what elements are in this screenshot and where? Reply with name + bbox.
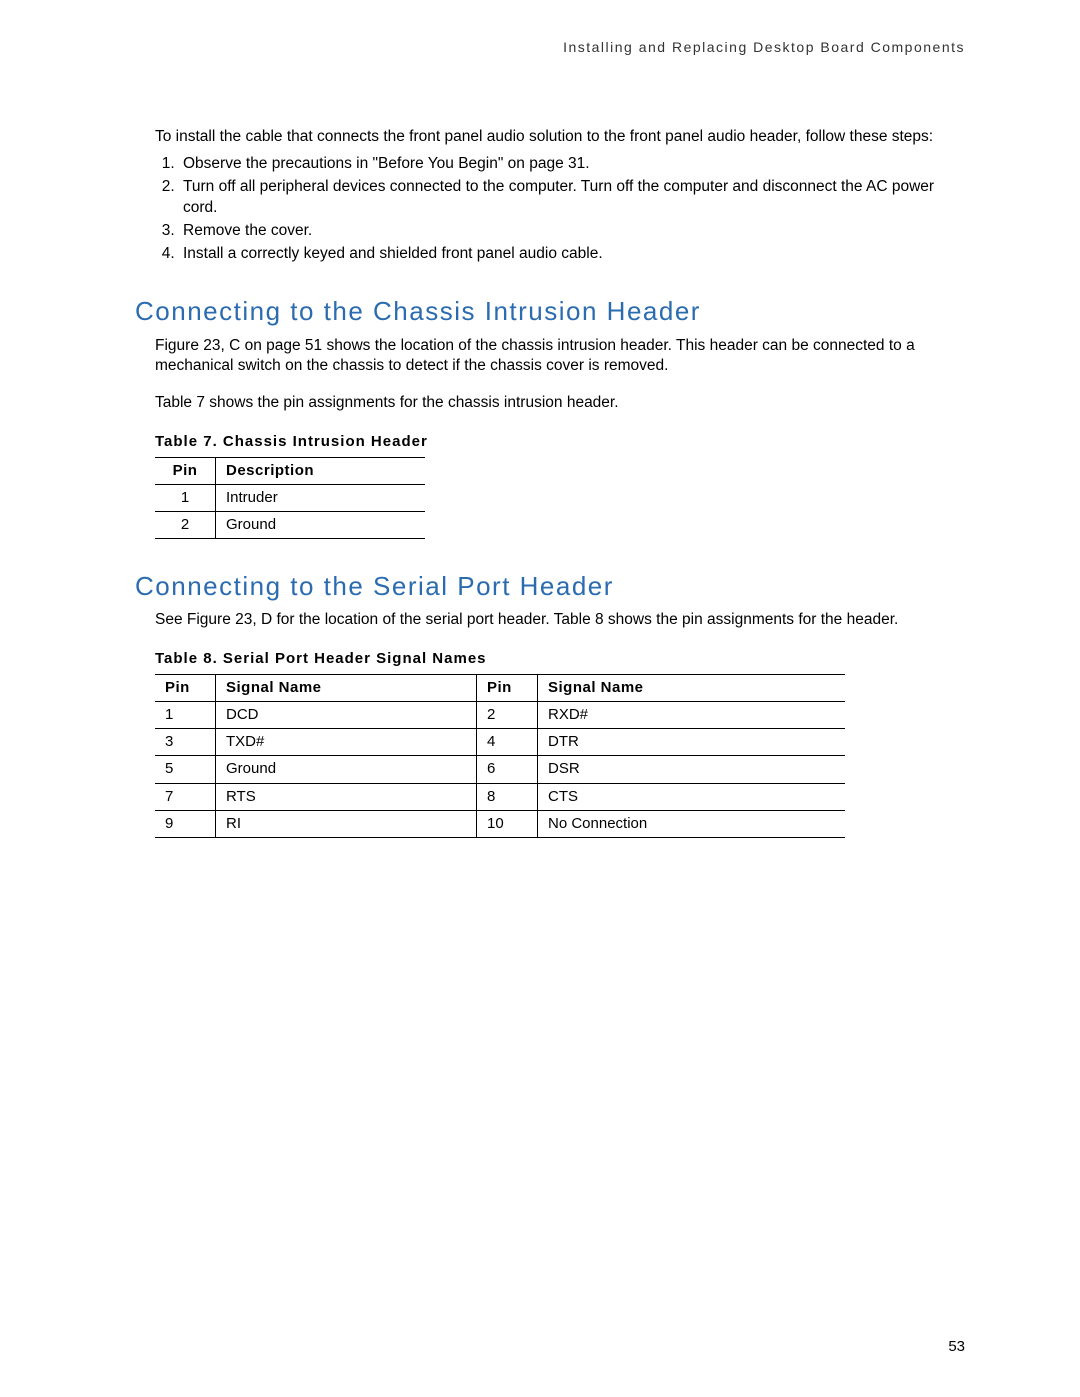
table-row: 2 Ground (155, 512, 425, 539)
table8-sig-a: DCD (216, 701, 477, 728)
section-heading-chassis-intrusion: Connecting to the Chassis Intrusion Head… (135, 294, 965, 329)
table8-caption: Table 8. Serial Port Header Signal Names (155, 649, 965, 669)
step-item: Remove the cover. (179, 221, 965, 242)
section1-paragraph-2: Table 7 shows the pin assignments for th… (155, 393, 965, 414)
table8-serial-port: Pin Signal Name Pin Signal Name 1 DCD 2 … (155, 674, 845, 839)
table8-sig-a: TXD# (216, 729, 477, 756)
table8-th-pin-a: Pin (155, 674, 216, 701)
section1-paragraph-1: Figure 23, C on page 51 shows the locati… (155, 336, 965, 378)
table8-pin-b: 4 (477, 729, 538, 756)
table8-sig-b: No Connection (538, 810, 846, 837)
section2-paragraph-1: See Figure 23, D for the location of the… (155, 610, 965, 631)
table8-sig-b: DTR (538, 729, 846, 756)
page-number: 53 (948, 1337, 965, 1357)
page-header: Installing and Replacing Desktop Board C… (135, 38, 965, 57)
table-row: 9 RI 10 No Connection (155, 810, 845, 837)
table8-pin-a: 7 (155, 783, 216, 810)
table7-desc: Ground (216, 512, 426, 539)
table8-pin-a: 9 (155, 810, 216, 837)
table7-pin: 1 (155, 484, 216, 511)
step-item: Turn off all peripheral devices connecte… (179, 177, 965, 219)
table8-pin-b: 2 (477, 701, 538, 728)
table-row: 7 RTS 8 CTS (155, 783, 845, 810)
table8-pin-b: 10 (477, 810, 538, 837)
table8-sig-b: CTS (538, 783, 846, 810)
intro-paragraph: To install the cable that connects the f… (155, 127, 965, 148)
table8-th-pin-b: Pin (477, 674, 538, 701)
table-row: 3 TXD# 4 DTR (155, 729, 845, 756)
table8-pin-b: 8 (477, 783, 538, 810)
table7-th-description: Description (216, 457, 426, 484)
table8-th-signal-a: Signal Name (216, 674, 477, 701)
step-item: Install a correctly keyed and shielded f… (179, 244, 965, 265)
table7-caption: Table 7. Chassis Intrusion Header (155, 432, 965, 452)
table8-pin-b: 6 (477, 756, 538, 783)
install-steps-list: Observe the precautions in "Before You B… (155, 154, 965, 265)
table-row: 1 Intruder (155, 484, 425, 511)
table7-chassis-intrusion: Pin Description 1 Intruder 2 Ground (155, 457, 425, 540)
table8-sig-a: RI (216, 810, 477, 837)
table7-pin: 2 (155, 512, 216, 539)
table8-pin-a: 3 (155, 729, 216, 756)
table8-sig-a: Ground (216, 756, 477, 783)
table8-sig-b: DSR (538, 756, 846, 783)
table-header-row: Pin Signal Name Pin Signal Name (155, 674, 845, 701)
section-heading-serial-port: Connecting to the Serial Port Header (135, 569, 965, 604)
table8-pin-a: 1 (155, 701, 216, 728)
table8-sig-b: RXD# (538, 701, 846, 728)
table8-th-signal-b: Signal Name (538, 674, 846, 701)
table8-pin-a: 5 (155, 756, 216, 783)
step-item: Observe the precautions in "Before You B… (179, 154, 965, 175)
table8-sig-a: RTS (216, 783, 477, 810)
table7-desc: Intruder (216, 484, 426, 511)
table-row: 1 DCD 2 RXD# (155, 701, 845, 728)
table7-th-pin: Pin (155, 457, 216, 484)
table-header-row: Pin Description (155, 457, 425, 484)
table-row: 5 Ground 6 DSR (155, 756, 845, 783)
